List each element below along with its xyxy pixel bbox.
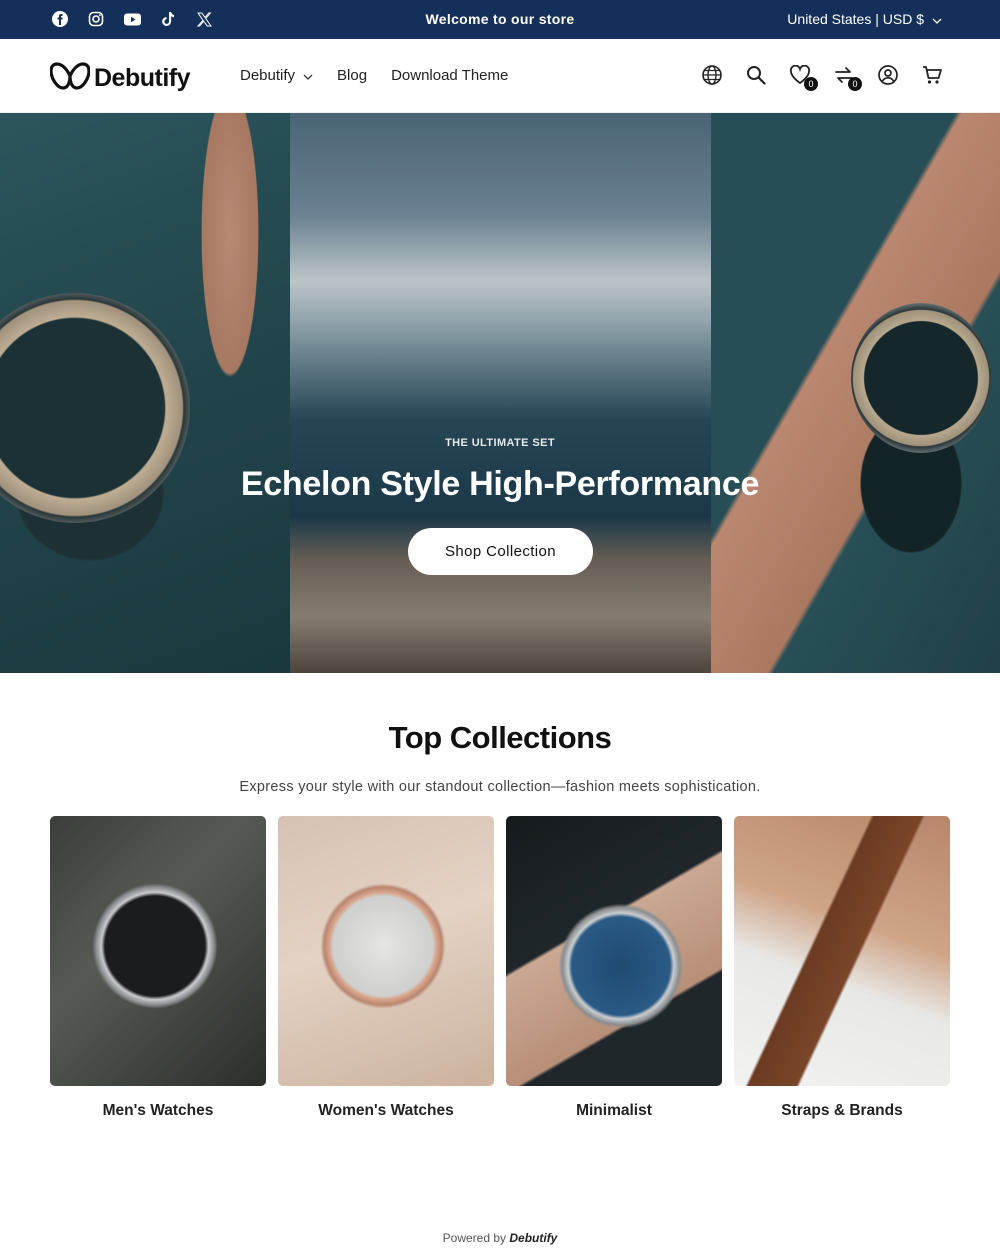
announcement-bar: Welcome to our store United States | USD…	[0, 0, 1000, 39]
compare-count-badge: 0	[848, 77, 862, 91]
collection-grid: Men's Watches Women's Watches Minimalist…	[50, 816, 950, 1120]
logo[interactable]: Debutify	[49, 61, 191, 96]
locale-selector[interactable]: United States | USD $	[787, 11, 942, 27]
hero-banner: THE ULTIMATE SET Echelon Style High-Perf…	[0, 113, 1000, 673]
hero-eyebrow: THE ULTIMATE SET	[445, 437, 555, 449]
collection-image[interactable]	[506, 816, 722, 1086]
compare-icon[interactable]: 0	[832, 63, 862, 91]
collection-image[interactable]	[734, 816, 950, 1086]
chevron-down-icon	[303, 67, 313, 84]
collection-label[interactable]: Men's Watches	[50, 1102, 266, 1120]
logo-text: Debutify	[94, 64, 191, 92]
collection-card-mens-watches[interactable]: Men's Watches	[50, 816, 266, 1120]
collection-image[interactable]	[50, 816, 266, 1086]
nav-label: Download Theme	[391, 67, 509, 84]
nav-item-blog[interactable]: Blog	[337, 67, 367, 84]
powered-prefix: Powered by	[442, 1231, 507, 1245]
nav-item-download-theme[interactable]: Download Theme	[391, 67, 508, 84]
site-header: Debutify Debutify Blog Download Theme 0 …	[0, 39, 1000, 113]
main-nav: Debutify Blog Download Theme	[240, 67, 508, 84]
cart-icon[interactable]	[920, 63, 944, 87]
account-icon[interactable]	[876, 63, 900, 87]
collections-subtitle: Express your style with our standout col…	[239, 779, 761, 795]
collection-label[interactable]: Straps & Brands	[734, 1102, 950, 1120]
wishlist-count-badge: 0	[804, 77, 818, 91]
collections-title: Top Collections	[388, 720, 612, 755]
shop-collection-button[interactable]: Shop Collection	[408, 528, 593, 575]
collection-card-womens-watches[interactable]: Women's Watches	[278, 816, 494, 1120]
globe-icon[interactable]	[700, 63, 724, 87]
hero-overlay	[0, 113, 1000, 673]
logo-mark-icon	[49, 61, 91, 96]
nav-item-debutify[interactable]: Debutify	[240, 67, 313, 84]
wishlist-icon[interactable]: 0	[788, 63, 818, 91]
collection-image[interactable]	[278, 816, 494, 1086]
nav-label: Debutify	[240, 67, 296, 84]
header-icons: 0 0	[700, 63, 944, 91]
powered-by[interactable]: Powered by Debutify	[0, 1231, 1000, 1245]
locale-label: United States | USD $	[787, 11, 924, 27]
hero-title: Echelon Style High-Performance	[240, 465, 760, 503]
search-icon[interactable]	[744, 63, 768, 87]
chevron-down-icon	[932, 11, 942, 27]
powered-brand: Debutify	[509, 1231, 558, 1245]
nav-label: Blog	[337, 67, 368, 84]
collection-label[interactable]: Minimalist	[506, 1102, 722, 1120]
collection-label[interactable]: Women's Watches	[278, 1102, 494, 1120]
collection-card-straps-brands[interactable]: Straps & Brands	[734, 816, 950, 1120]
collection-card-minimalist[interactable]: Minimalist	[506, 816, 722, 1120]
